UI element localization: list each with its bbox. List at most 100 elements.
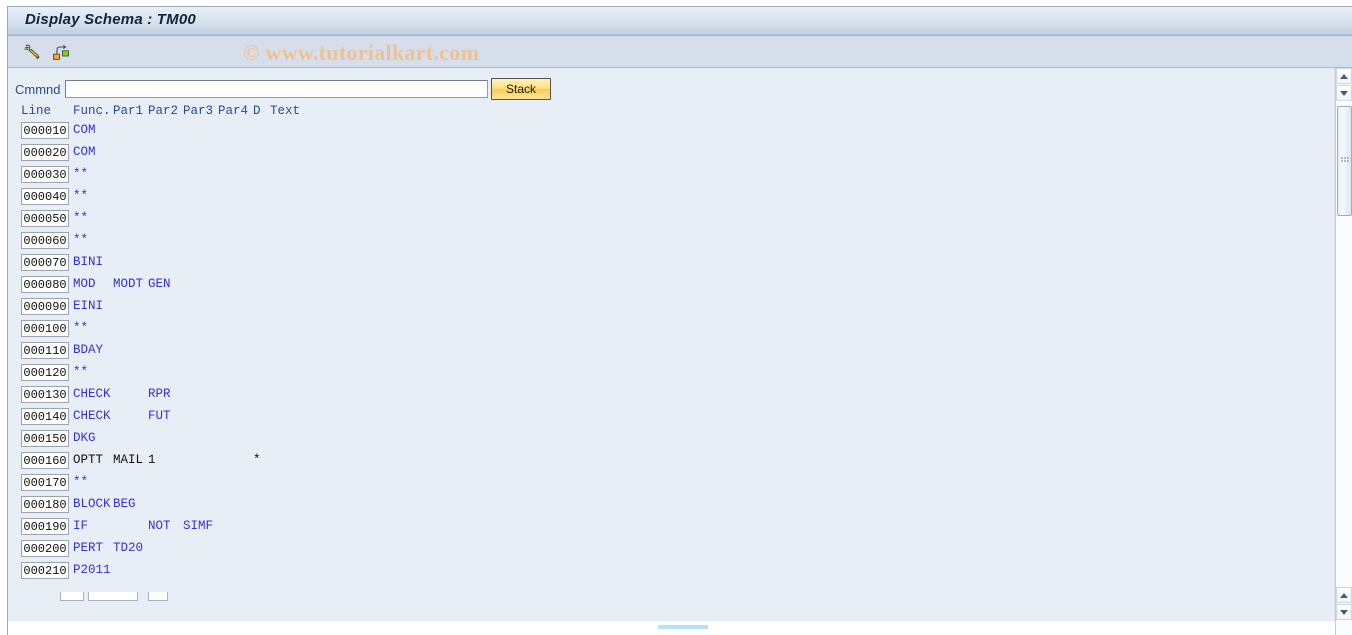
header-func: Func. — [73, 104, 111, 118]
line-number-field[interactable] — [21, 518, 69, 535]
table-row: BLOCKBEG — [8, 496, 1318, 518]
line-number-field[interactable] — [21, 166, 69, 183]
line-number-field[interactable] — [21, 408, 69, 425]
vertical-scrollbar[interactable] — [1335, 68, 1352, 621]
line-number-field[interactable] — [21, 232, 69, 249]
cell-func[interactable]: BDAY — [73, 343, 103, 357]
cell-func[interactable]: EINI — [73, 299, 103, 313]
clipped-field — [88, 592, 138, 601]
line-number-field[interactable] — [21, 276, 69, 293]
line-number-field[interactable] — [21, 320, 69, 337]
cell-func[interactable]: MOD — [73, 277, 96, 291]
scroll-page-up-button[interactable] — [1336, 587, 1352, 603]
line-number-field[interactable] — [21, 122, 69, 139]
chevron-down-icon — [1340, 610, 1348, 615]
header-par2: Par2 — [148, 104, 179, 118]
header-text: Text — [270, 104, 301, 118]
line-number-field[interactable] — [21, 298, 69, 315]
header-line: Line — [21, 104, 52, 118]
cell-func[interactable]: CHECK — [73, 409, 111, 423]
schema-grid: Line Func. Par1 Par2 Par3 Par4 D Text CO… — [8, 104, 1318, 584]
line-number-field[interactable] — [21, 562, 69, 579]
cell-func[interactable]: BINI — [73, 255, 103, 269]
table-row: MOD MODT GEN — [8, 276, 1318, 298]
cell-func[interactable]: COM — [73, 123, 96, 137]
header-par1: Par1 — [113, 104, 144, 118]
scroll-down-button[interactable] — [1336, 85, 1352, 101]
cell-func[interactable]: OPTT — [73, 453, 103, 467]
cell-func[interactable]: ** — [73, 211, 88, 225]
table-row: BDAY — [8, 342, 1318, 364]
cell-par2[interactable]: 1 — [148, 453, 156, 467]
scroll-page-down-button[interactable] — [1336, 604, 1352, 620]
line-number-field[interactable] — [21, 540, 69, 557]
line-number-field[interactable] — [21, 144, 69, 161]
schema-content-area: Cmmnd Stack Line Func. Par1 Par2 Par3 Pa… — [8, 68, 1352, 621]
chevron-up-icon — [1340, 74, 1348, 79]
line-number-field[interactable] — [21, 496, 69, 513]
cell-func[interactable]: DKG — [73, 431, 96, 445]
cell-func[interactable]: ** — [73, 233, 88, 247]
clipped-field — [60, 592, 84, 601]
cell-par1[interactable]: MAIL — [113, 453, 143, 467]
scrollbar-thumb[interactable] — [1337, 106, 1352, 216]
cell-par1[interactable]: TD20 — [113, 541, 143, 555]
cell-func[interactable]: CHECK — [73, 387, 111, 401]
chevron-up-icon — [1340, 593, 1348, 598]
cell-func[interactable]: P2011 — [73, 563, 111, 577]
table-row: ** — [8, 320, 1318, 342]
title-bar: Display Schema : TM00 — [8, 7, 1352, 36]
cell-func[interactable]: IF — [73, 519, 88, 533]
line-number-field[interactable] — [21, 474, 69, 491]
scrollbar-corner — [1335, 621, 1352, 635]
line-number-field[interactable] — [21, 254, 69, 271]
line-number-field[interactable] — [21, 452, 69, 469]
scroll-up-button[interactable] — [1336, 68, 1352, 84]
cell-par2[interactable]: RPR — [148, 387, 171, 401]
cell-par2[interactable]: FUT — [148, 409, 171, 423]
header-par4: Par4 — [218, 104, 249, 118]
line-number-field[interactable] — [21, 210, 69, 227]
command-input[interactable] — [65, 80, 488, 98]
line-number-field[interactable] — [21, 430, 69, 447]
table-row: CHECK FUT — [8, 408, 1318, 430]
cell-func[interactable]: ** — [73, 189, 88, 203]
header-par3: Par3 — [183, 104, 214, 118]
line-number-field[interactable] — [21, 188, 69, 205]
cell-par1[interactable]: BEG — [113, 497, 136, 511]
cell-func[interactable]: ** — [73, 167, 88, 181]
bottom-scroll-strip[interactable] — [8, 621, 1352, 635]
structure-icon[interactable] — [51, 42, 71, 62]
cell-d[interactable]: * — [253, 453, 261, 467]
command-label: Cmmnd — [15, 82, 61, 97]
table-row: BINI — [8, 254, 1318, 276]
clipped-field — [148, 592, 168, 601]
header-d: D — [253, 104, 261, 118]
edit-pencil-icon[interactable] — [22, 42, 42, 62]
table-row: EINI — [8, 298, 1318, 320]
cell-par1[interactable]: MODT — [113, 277, 143, 291]
cell-par2[interactable]: GEN — [148, 277, 171, 291]
cell-func[interactable]: ** — [73, 475, 88, 489]
table-row: ** — [8, 188, 1318, 210]
table-row: COM — [8, 122, 1318, 144]
table-row: IF NOT SIMF — [8, 518, 1318, 540]
line-number-field[interactable] — [21, 342, 69, 359]
table-row: CHECK RPR — [8, 386, 1318, 408]
cell-func[interactable]: PERT — [73, 541, 103, 555]
cell-func[interactable]: COM — [73, 145, 96, 159]
cell-par2[interactable]: NOT — [148, 519, 171, 533]
cell-func[interactable]: ** — [73, 365, 88, 379]
line-number-field[interactable] — [21, 386, 69, 403]
cell-func[interactable]: ** — [73, 321, 88, 335]
grid-rows: COMCOM********BINIMODMODTGENEINI**BDAY**… — [8, 122, 1318, 584]
line-number-field[interactable] — [21, 364, 69, 381]
sap-display-schema-window: Display Schema : TM00 © www.tutorialkart… — [0, 0, 1352, 635]
cell-par3[interactable]: SIMF — [183, 519, 213, 533]
table-row: ** — [8, 474, 1318, 496]
watermark-text: © www.tutorialkart.com — [243, 40, 480, 65]
cell-func[interactable]: BLOCK — [73, 497, 111, 511]
horizontal-scrollbar-thumb[interactable] — [658, 625, 708, 629]
clipped-partial-row — [8, 592, 408, 602]
stack-button[interactable]: Stack — [491, 78, 551, 100]
